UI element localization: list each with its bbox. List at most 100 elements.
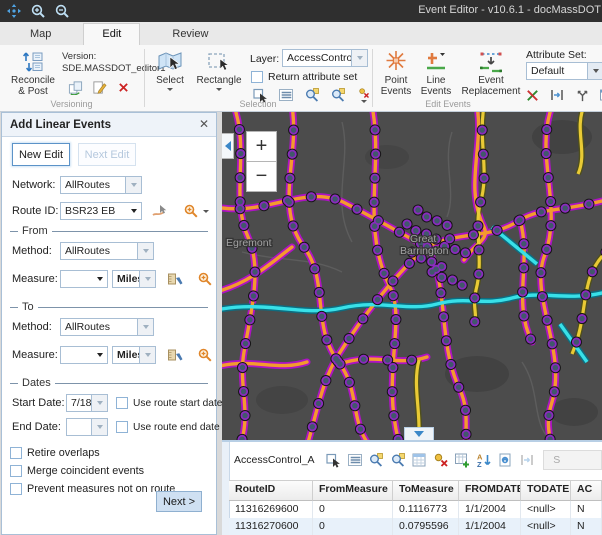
refresh-version-button[interactable] [66, 78, 84, 96]
to-method-combo[interactable]: AllRoutes [60, 318, 154, 336]
map-zoom-in-button[interactable]: + [246, 131, 277, 162]
from-measure-pick-tool[interactable] [166, 270, 184, 288]
table-info-tool[interactable] [494, 450, 515, 470]
rectangle-select-icon [206, 49, 232, 75]
table-layer-tab[interactable]: AccessControl_A [230, 454, 323, 466]
table-measure-tool[interactable] [516, 450, 537, 470]
from-unit-combo[interactable]: Miles [112, 270, 156, 288]
column-frommeasure[interactable]: FromMeasure [313, 480, 393, 501]
to-zoom-tool[interactable] [196, 346, 214, 364]
table-list-tool[interactable] [344, 450, 365, 470]
attribute-set-combo-arrow[interactable] [587, 63, 602, 79]
group-label-selection: Selection [145, 99, 371, 109]
zoom-in-icon[interactable] [28, 2, 48, 20]
next-edit-button[interactable]: Next Edit [78, 143, 136, 166]
from-section-divider: From [10, 225, 208, 237]
tab-map[interactable]: Map [12, 24, 69, 45]
map-canvas[interactable]: .case-o{stroke:#ae13c4;stroke-width:7;fi… [222, 112, 602, 440]
map-viewport[interactable]: .case-o{stroke:#ae13c4;stroke-width:7;fi… [222, 112, 602, 440]
layer-combo[interactable]: AccessControl_A [282, 49, 368, 67]
zoom-out-icon[interactable] [52, 2, 72, 20]
map-zoom-out-button[interactable]: − [246, 161, 277, 192]
route-id-combo[interactable]: BSR23 EB [60, 202, 142, 220]
column-fromdate[interactable]: FROMDATE [459, 480, 521, 501]
prevent-measures-checkbox[interactable] [10, 483, 22, 495]
table-zoom-selected-tool[interactable] [365, 450, 386, 470]
from-unit-combo-arrow[interactable] [139, 271, 155, 287]
close-icon[interactable]: ✕ [199, 117, 209, 131]
select-button[interactable]: Select [149, 49, 191, 91]
table-row[interactable]: 11316269600 0 0.1116773 1/1/2004 <null> … [229, 501, 602, 518]
table-sort-tool[interactable] [473, 450, 494, 470]
select-dropdown-arrow[interactable] [167, 88, 173, 91]
table-toolbar: AccessControl_A S [230, 442, 602, 478]
column-todate[interactable]: TODATE [521, 480, 571, 501]
to-method-combo-arrow[interactable] [137, 319, 153, 335]
to-section-divider: To [10, 301, 208, 313]
from-measure-combo[interactable] [60, 270, 108, 288]
tab-review[interactable]: Review [154, 24, 226, 45]
rectangle-button[interactable]: Rectangle [193, 49, 245, 91]
from-measure-combo-arrow[interactable] [92, 271, 107, 287]
zoom-to-route-dropdown-arrow[interactable] [203, 210, 209, 213]
line-events-button[interactable]: Line Events [417, 49, 455, 97]
event-replacement-icon [478, 49, 504, 75]
route-id-combo-arrow[interactable] [126, 203, 141, 219]
collapse-table-arrow[interactable] [404, 427, 434, 440]
attribute-set-combo[interactable]: Default [526, 62, 602, 80]
new-version-button[interactable] [90, 78, 108, 96]
column-ac[interactable]: AC [571, 480, 602, 501]
zoom-to-route-tool[interactable] [182, 202, 200, 220]
to-unit-combo[interactable]: Miles [112, 346, 156, 364]
retire-overlaps-checkbox[interactable] [10, 447, 22, 459]
to-measure-combo[interactable] [60, 346, 108, 364]
event-replacement-button[interactable]: Event Replacement [459, 49, 523, 97]
layer-combo-arrow[interactable] [351, 50, 367, 66]
table-pan-selected-tool[interactable] [387, 450, 408, 470]
column-routeid[interactable]: RouteID [229, 480, 313, 501]
point-events-button[interactable]: Point Events [377, 49, 415, 97]
table-row[interactable]: 11316270600 0 0.0795596 1/1/2004 <null> … [229, 518, 602, 535]
to-measure-combo-arrow[interactable] [92, 347, 107, 363]
measure-event-tool[interactable] [548, 86, 566, 104]
table-select-tool[interactable] [323, 450, 344, 470]
to-unit-combo-arrow[interactable] [139, 347, 155, 363]
network-combo-arrow[interactable] [125, 177, 141, 193]
attribute-table-panel: AccessControl_A S RouteID FromMeasure To… [222, 440, 602, 535]
merge-coincident-events-checkbox[interactable] [10, 465, 22, 477]
rectangle-dropdown-arrow[interactable] [216, 88, 222, 91]
end-date-combo-arrow[interactable] [91, 419, 107, 435]
to-measure-label: Measure: [12, 349, 60, 361]
group-label-edit-events: Edit Events [373, 99, 523, 109]
collapse-panel-arrow[interactable] [222, 133, 234, 159]
column-tomeasure[interactable]: ToMeasure [393, 480, 459, 501]
tab-edit[interactable]: Edit [83, 23, 140, 46]
pan-icon[interactable] [4, 2, 24, 20]
event-panel-tool[interactable] [598, 86, 602, 104]
delete-event-tool[interactable] [523, 86, 541, 104]
network-combo[interactable]: AllRoutes [60, 176, 142, 194]
version-label: Version: [62, 51, 96, 62]
delete-version-button[interactable] [114, 78, 132, 96]
use-route-end-date-checkbox[interactable] [116, 421, 128, 433]
table-calculate-tool[interactable] [408, 450, 429, 470]
new-edit-button[interactable]: New Edit [12, 143, 70, 166]
table-add-record-tool[interactable] [451, 450, 472, 470]
point-events-icon [383, 49, 409, 75]
start-date-combo-arrow[interactable] [91, 395, 107, 411]
to-measure-pick-tool[interactable] [166, 346, 184, 364]
ribbon: Reconcile & Post Version: SDE.MASSDOT_ed… [0, 45, 602, 112]
from-zoom-tool[interactable] [196, 270, 214, 288]
from-method-combo-arrow[interactable] [137, 243, 153, 259]
pick-route-on-map-tool[interactable] [150, 202, 168, 220]
end-date-combo[interactable] [66, 418, 108, 436]
save-button-partial[interactable]: S [543, 450, 602, 470]
split-event-tool[interactable] [573, 86, 591, 104]
return-attribute-set-checkbox[interactable] [251, 71, 263, 83]
reconcile-post-button[interactable]: Reconcile & Post [6, 49, 60, 97]
from-method-combo[interactable]: AllRoutes [60, 242, 154, 260]
use-route-start-date-checkbox[interactable] [116, 397, 128, 409]
start-date-combo[interactable]: 7/18/ [66, 394, 108, 412]
next-button[interactable]: Next > [156, 491, 202, 512]
table-clear-selection-tool[interactable] [430, 450, 451, 470]
